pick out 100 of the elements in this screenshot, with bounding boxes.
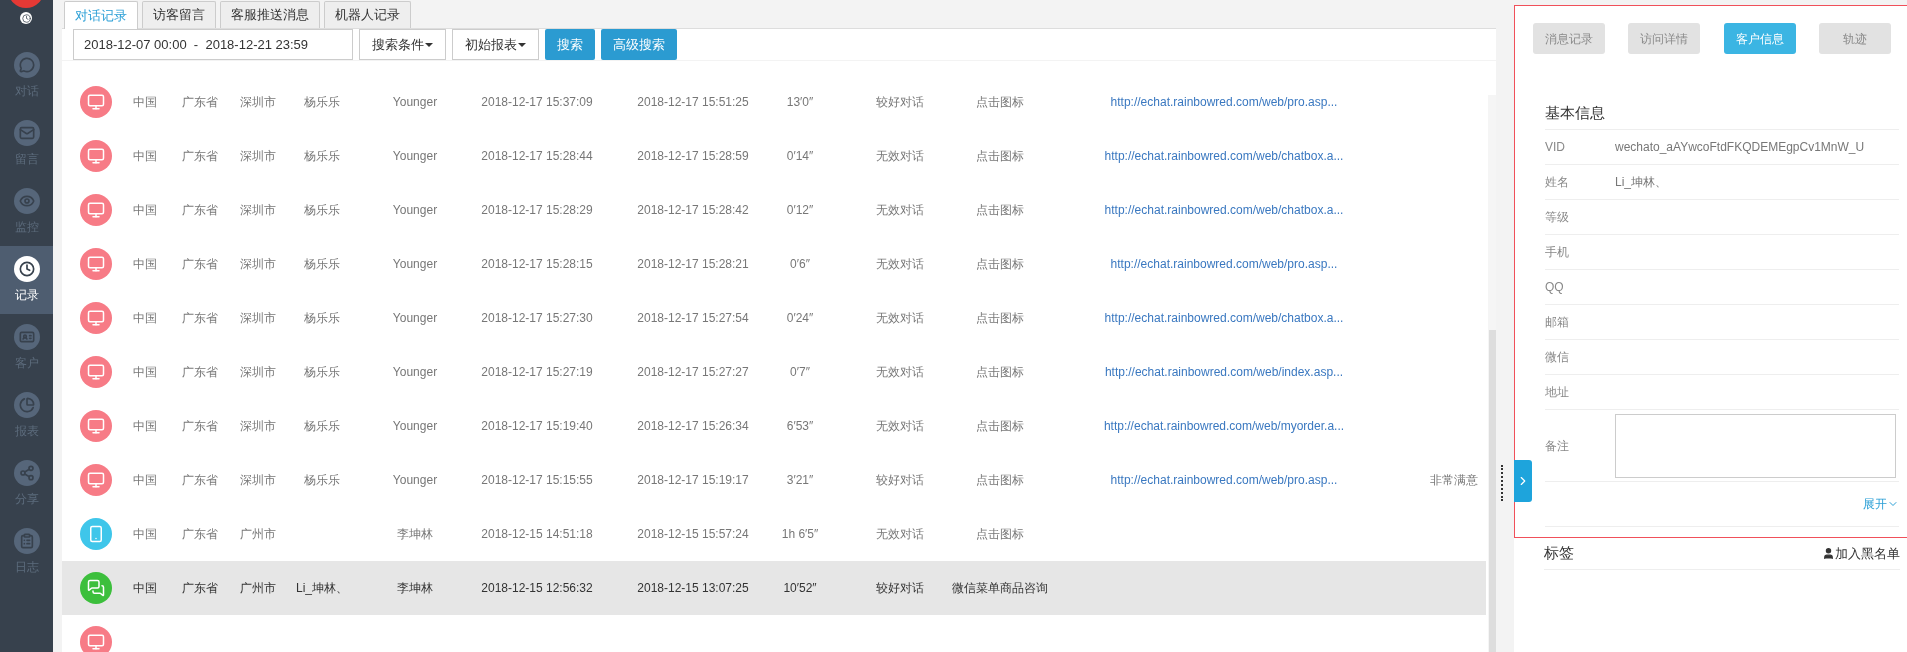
- search-button[interactable]: 搜索: [545, 29, 595, 60]
- table-cell-text: 点击图标: [976, 526, 1024, 543]
- search-button[interactable]: 高级搜索: [601, 29, 677, 60]
- clipboard-icon: [13, 528, 40, 554]
- expand-link[interactable]: 展开: [1863, 495, 1899, 513]
- monitor-icon: [80, 140, 112, 172]
- table-cell-text: 广东省: [182, 418, 218, 435]
- tab[interactable]: 客服推送消息: [220, 1, 320, 28]
- table-row[interactable]: 中国 广东省 深圳市 杨乐乐 Younger 2018-12-17 15:28:29 2018-12-17 15:28:42 0′12″ 无效对话 点击图标 http://echat.rainbowred.com/web/chatbox.a...: [62, 183, 1486, 237]
- table-cell-text: 2018-12-17 15:27:27: [637, 364, 749, 381]
- table-cell-text: 2018-12-17 15:19:40: [481, 418, 593, 435]
- table-cell-text: 2018-12-17 15:19:17: [637, 472, 749, 489]
- table-row[interactable]: 中国 广东省 深圳市 杨乐乐 Younger 2018-12-17 15:28:44 2018-12-17 15:28:59 0′14″ 无效对话 点击图标 http://echat.rainbowred.com/web/chatbox.a...: [62, 129, 1486, 183]
- remark-field[interactable]: [1615, 413, 1896, 478]
- table-row[interactable]: 中国 广东省 深圳市 杨乐乐 Younger 2018-12-17 15:15:55 2018-12-17 15:19:17 3′21″ 较好对话 点击图标 http://echat.rainbowred.com/web/pro.asp... 非常满意: [62, 453, 1486, 507]
- table-cell-text: 中国: [133, 526, 157, 543]
- table-cell-text: Younger: [392, 418, 438, 435]
- table-cell-text: 广东省: [182, 310, 218, 327]
- envelope-icon: [13, 120, 40, 146]
- page-link[interactable]: http://echat.rainbowred.com/web/chatbox.a...: [1104, 147, 1344, 165]
- page-link[interactable]: http://echat.rainbowred.com/web/pro.asp...: [1110, 471, 1338, 489]
- table-cell-text: 李坤林: [397, 580, 433, 597]
- table-cell-text: 广东省: [182, 472, 218, 489]
- table-cell-text: 0′12″: [786, 202, 814, 219]
- field-label: 手机: [1545, 244, 1570, 261]
- table-cell-text: 2018-12-15 12:56:32: [481, 580, 593, 597]
- monitor-icon: [80, 464, 112, 496]
- table-cell-text: 中国: [133, 310, 157, 327]
- tab[interactable]: 访客留言: [142, 1, 216, 28]
- scrollbar[interactable]: [1488, 95, 1496, 652]
- table-cell-text: 深圳市: [240, 202, 276, 219]
- page-link[interactable]: http://echat.rainbowred.com/web/pro.asp...: [1110, 93, 1338, 111]
- id-card-icon: [13, 324, 40, 350]
- table-cell-text: 李坤林: [397, 526, 433, 543]
- panel-tab[interactable]: 消息记录: [1533, 23, 1605, 54]
- table-cell-text: 2018-12-15 15:57:24: [637, 526, 749, 543]
- field-label: VID: [1545, 139, 1566, 156]
- table-cell-text: 较好对话: [876, 94, 924, 111]
- tab[interactable]: 对话记录: [64, 1, 138, 29]
- table-cell-text: 深圳市: [240, 148, 276, 165]
- table-cell-text: 0′7″: [790, 364, 810, 381]
- field-label: 邮箱: [1545, 314, 1570, 331]
- table-cell-text: 深圳市: [240, 472, 276, 489]
- table-cell-text: 2018-12-17 15:37:09: [481, 94, 593, 111]
- page-link[interactable]: http://echat.rainbowred.com/web/index.asp...: [1104, 363, 1344, 381]
- monitor-icon: [80, 86, 112, 118]
- field-label: 等级: [1545, 209, 1570, 226]
- dropdown-button[interactable]: 搜索条件: [359, 29, 446, 60]
- page-link[interactable]: http://echat.rainbowred.com/web/pro.asp...: [1110, 255, 1338, 273]
- table-cell-text: 广州市: [240, 580, 276, 597]
- table-cell-text: 2018-12-17 15:51:25: [637, 94, 749, 111]
- table-cell-text: 杨乐乐: [304, 472, 340, 489]
- monitor-icon: [80, 356, 112, 388]
- table-cell-text: Younger: [392, 364, 438, 381]
- page-link[interactable]: http://echat.rainbowred.com/web/chatbox.a...: [1104, 201, 1344, 219]
- table-cell-text: 微信菜单商品咨询: [952, 580, 1048, 597]
- table-cell-text: 0′14″: [786, 148, 814, 165]
- table-row[interactable]: 中国 广东省 广州市 Li_坤林、 李坤林 2018-12-15 12:56:32 2018-12-15 13:07:25 10′52″ 较好对话 微信菜单商品咨询: [62, 561, 1486, 615]
- table-cell-text: 2018-12-17 15:27:19: [481, 364, 593, 381]
- monitor-icon: [80, 248, 112, 280]
- panel-tab[interactable]: 轨迹: [1819, 23, 1891, 54]
- field-label: 备注: [1545, 437, 1570, 455]
- table-cell-text: 2018-12-15 13:07:25: [637, 580, 749, 597]
- table-row[interactable]: 中国 广东省 广州市 李坤林 2018-12-15 14:51:18 2018-12-15 15:57:24 1h 6′5″ 无效对话 点击图标: [62, 507, 1486, 561]
- section-title: 标签: [1544, 543, 1574, 564]
- table-cell-text: 深圳市: [240, 94, 276, 111]
- table-row[interactable]: 中国 广东省 深圳市 杨乐乐 Younger 2018-12-17 15:19:40 2018-12-17 15:26:34 6′53″ 无效对话 点击图标 http://echat.rainbowred.com/web/myorder.a...: [62, 399, 1486, 453]
- caret-icon: [518, 42, 526, 47]
- user-icon: [1822, 547, 1835, 560]
- table-cell-text: 6′53″: [786, 418, 814, 435]
- table-cell-text: 2018-12-15 14:51:18: [481, 526, 593, 543]
- table-row[interactable]: 中国 广东省 深圳市 杨乐乐 Younger 2018-12-17 15:37:09 2018-12-17 15:51:25 13′0″ 较好对话 点击图标 http://echat.rainbowred.com/web/pro.asp...: [62, 75, 1486, 129]
- table-cell-text: 中国: [133, 148, 157, 165]
- table-cell-text: 较好对话: [876, 580, 924, 597]
- panel-tab[interactable]: 访问详情: [1628, 23, 1701, 54]
- table-cell-text: 较好对话: [876, 472, 924, 489]
- dropdown-button[interactable]: 初始报表: [452, 29, 539, 60]
- table-row[interactable]: 中国 广东省 深圳市 杨乐乐 Younger 2018-12-17 15:27:30 2018-12-17 15:27:54 0′24″ 无效对话 点击图标 http://echat.rainbowred.com/web/chatbox.a...: [62, 291, 1486, 345]
- chat-bubble-icon: [13, 52, 40, 78]
- table-cell-text: 无效对话: [876, 256, 924, 273]
- blacklist-button[interactable]: 加入黑名单: [1822, 543, 1900, 564]
- table-cell-text: 点击图标: [976, 202, 1024, 219]
- collapse-toggle[interactable]: [1514, 460, 1532, 502]
- page-link[interactable]: http://echat.rainbowred.com/web/myorder.a...: [1103, 417, 1345, 435]
- table-cell-text: 杨乐乐: [304, 364, 340, 381]
- sidebar-item[interactable]: 记录: [0, 246, 53, 314]
- table-cell-text: 无效对话: [876, 364, 924, 381]
- page-link[interactable]: http://echat.rainbowred.com/web/chatbox.a...: [1104, 309, 1344, 327]
- table-cell-text: 2018-12-17 15:28:59: [637, 148, 749, 165]
- table-cell-text: 中国: [133, 580, 157, 597]
- table-cell-text: 无效对话: [876, 526, 924, 543]
- table-cell-text: 0′24″: [786, 310, 814, 327]
- table-cell-text: 2018-12-17 15:28:21: [637, 256, 749, 273]
- date-range-field[interactable]: 2018-12-07 00:00 - 2018-12-21 23:59: [73, 29, 353, 60]
- table-row[interactable]: 中国 广东省 深圳市 杨乐乐 Younger 2018-12-17 15:28:15 2018-12-17 15:28:21 0′6″ 无效对话 点击图标 http://echat.rainbowred.com/web/pro.asp...: [62, 237, 1486, 291]
- table-row[interactable]: 中国 广东省 深圳市 杨乐乐 Younger 2018-12-17 15:27:19 2018-12-17 15:27:27 0′7″ 无效对话 点击图标 http://echat.rainbowred.com/web/index.asp...: [62, 345, 1486, 399]
- table-cell-text: 3′21″: [786, 472, 814, 489]
- tab[interactable]: 机器人记录: [324, 1, 411, 28]
- table-cell-text: 1h 6′5″: [781, 526, 819, 543]
- drag-handle-icon[interactable]: [1501, 465, 1503, 501]
